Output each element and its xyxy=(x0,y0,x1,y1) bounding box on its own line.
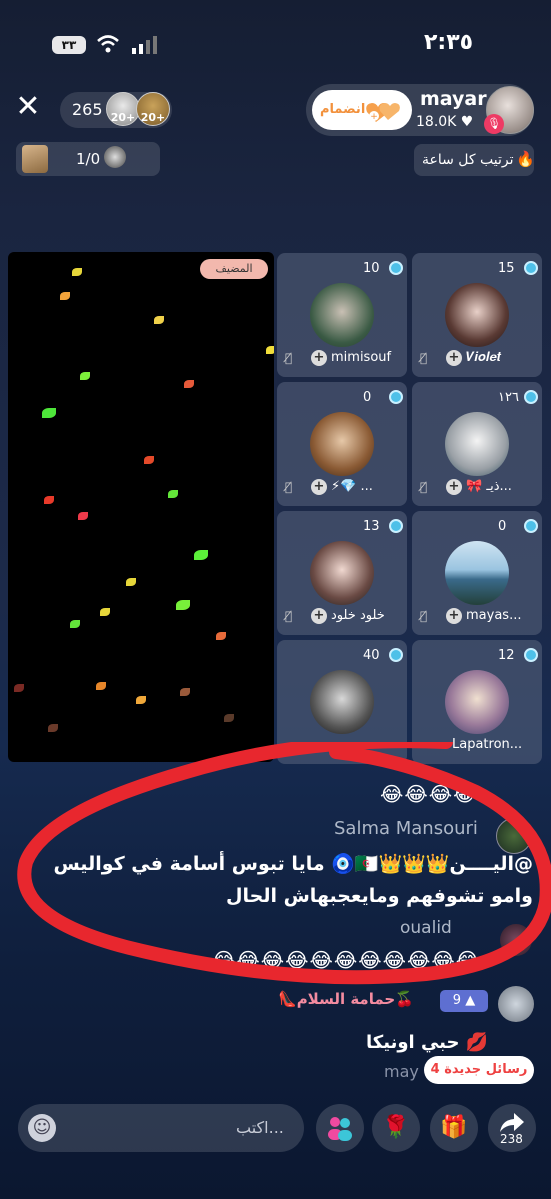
seat-name: ⚡💎 ... xyxy=(331,479,373,494)
diamond-icon xyxy=(524,648,538,662)
follow-plus-icon[interactable]: + xyxy=(446,479,462,495)
hearts-icon: + xyxy=(366,103,400,122)
seat-avatar xyxy=(445,670,509,734)
fire-icon: 🔥 xyxy=(516,150,535,168)
host-name: mayar xyxy=(420,88,487,110)
seat-1[interactable]: 10 🎙̸ + mimisouf xyxy=(277,253,407,377)
guests-icon[interactable] xyxy=(316,1104,364,1152)
seat-4[interactable]: ١٢٦ 🎙̸ + 🎀 ذيـ... xyxy=(412,382,542,506)
host-tag: المضيف xyxy=(200,259,268,279)
mic-muted-icon: 🎙̸ xyxy=(420,609,428,623)
seat-name: mimisouf xyxy=(331,350,392,365)
mic-muted-icon: 🎙̸ xyxy=(420,480,428,494)
viewer-count: 265 xyxy=(72,100,103,119)
battery-indicator: ٣٣ xyxy=(52,36,86,54)
seat-avatar xyxy=(310,541,374,605)
new-messages-button[interactable]: 4 رسائل جديدة xyxy=(424,1056,534,1084)
diamond-icon xyxy=(389,648,403,662)
chat-message: حبي اونيكا 💋 xyxy=(366,1032,489,1053)
seat-avatar xyxy=(445,412,509,476)
seat-2[interactable]: 15 🎙̸ + 𝑽𝒊𝒐𝒍𝒆𝒕 xyxy=(412,253,542,377)
status-time: ٢:٣٥ xyxy=(424,30,474,55)
emoji-icon[interactable]: ☺ xyxy=(28,1114,56,1142)
seat-avatar xyxy=(310,670,374,734)
join-label: انضمام xyxy=(320,102,366,117)
seat-6[interactable]: 0 🎙̸ + mayas... xyxy=(412,511,542,635)
svg-text:+: + xyxy=(370,112,378,122)
seat-count: 10 xyxy=(363,261,380,276)
follow-plus-icon[interactable]: + xyxy=(311,608,327,624)
host-video[interactable] xyxy=(8,252,274,762)
seat-name: 𝑽𝒊𝒐𝒍𝒆𝒕 xyxy=(466,350,502,365)
diamond-icon xyxy=(389,519,403,533)
follow-plus-icon[interactable]: + xyxy=(311,479,327,495)
mic-muted-icon: 🎙̸ xyxy=(285,609,293,623)
viewer-avatar[interactable]: 20+ xyxy=(136,92,170,126)
contributor-avatar xyxy=(104,146,126,168)
comment-placeholder: اكتب... xyxy=(236,1118,284,1137)
seat-count: 0 xyxy=(498,519,507,534)
share-count: 238 xyxy=(500,1132,523,1146)
seat-count: 0 xyxy=(363,390,372,405)
gift-icon[interactable]: 🎁 xyxy=(430,1104,478,1152)
follow-plus-icon[interactable]: + xyxy=(446,350,462,366)
red-annotation-circle xyxy=(17,742,551,985)
contribution-ratio: 1/0 xyxy=(76,150,101,168)
hourly-ranking-label: ترتيب كل ساعة xyxy=(422,152,514,168)
seat-5[interactable]: 13 🎙̸ + خلود خلود xyxy=(277,511,407,635)
signal-icon xyxy=(132,36,157,54)
mic-muted-icon: 🎙̸ xyxy=(285,351,293,365)
follow-plus-icon[interactable]: + xyxy=(446,608,462,624)
viewer-avatar[interactable]: 20+ xyxy=(106,92,140,126)
seat-avatar xyxy=(445,283,509,347)
seat-avatar xyxy=(445,541,509,605)
mic-muted-icon: 🎙̸ xyxy=(420,351,428,365)
rose-gift-icon[interactable]: 🌹 xyxy=(372,1104,420,1152)
mic-muted-icon: 🎙 xyxy=(484,114,504,134)
diamond-icon xyxy=(389,261,403,275)
chat-username[interactable]: may xyxy=(384,1062,419,1081)
seat-count: ١٢٦ xyxy=(498,390,519,405)
mic-muted-icon: 🎙̸ xyxy=(285,480,293,494)
seat-name: mayas... xyxy=(466,608,522,623)
seat-avatar xyxy=(310,412,374,476)
diamond-icon xyxy=(524,261,538,275)
diamond-icon xyxy=(524,519,538,533)
seat-name: خلود خلود xyxy=(331,608,385,623)
seat-count: 40 xyxy=(363,648,380,663)
diamond-icon xyxy=(524,390,538,404)
contributor-avatar xyxy=(22,145,48,173)
seat-count: 12 xyxy=(498,648,515,663)
seat-name: 🎀 ذيـ... xyxy=(466,479,512,494)
diamond-icon xyxy=(389,390,403,404)
seat-avatar xyxy=(310,283,374,347)
close-icon[interactable]: ✕ xyxy=(14,92,42,122)
wifi-icon xyxy=(97,35,119,53)
seat-3[interactable]: 0 🎙̸ + ⚡💎 ... xyxy=(277,382,407,506)
seat-count: 13 xyxy=(363,519,380,534)
follow-plus-icon[interactable]: + xyxy=(311,350,327,366)
host-likes: 18.0K ♥ xyxy=(416,114,474,130)
seat-count: 15 xyxy=(498,261,515,276)
